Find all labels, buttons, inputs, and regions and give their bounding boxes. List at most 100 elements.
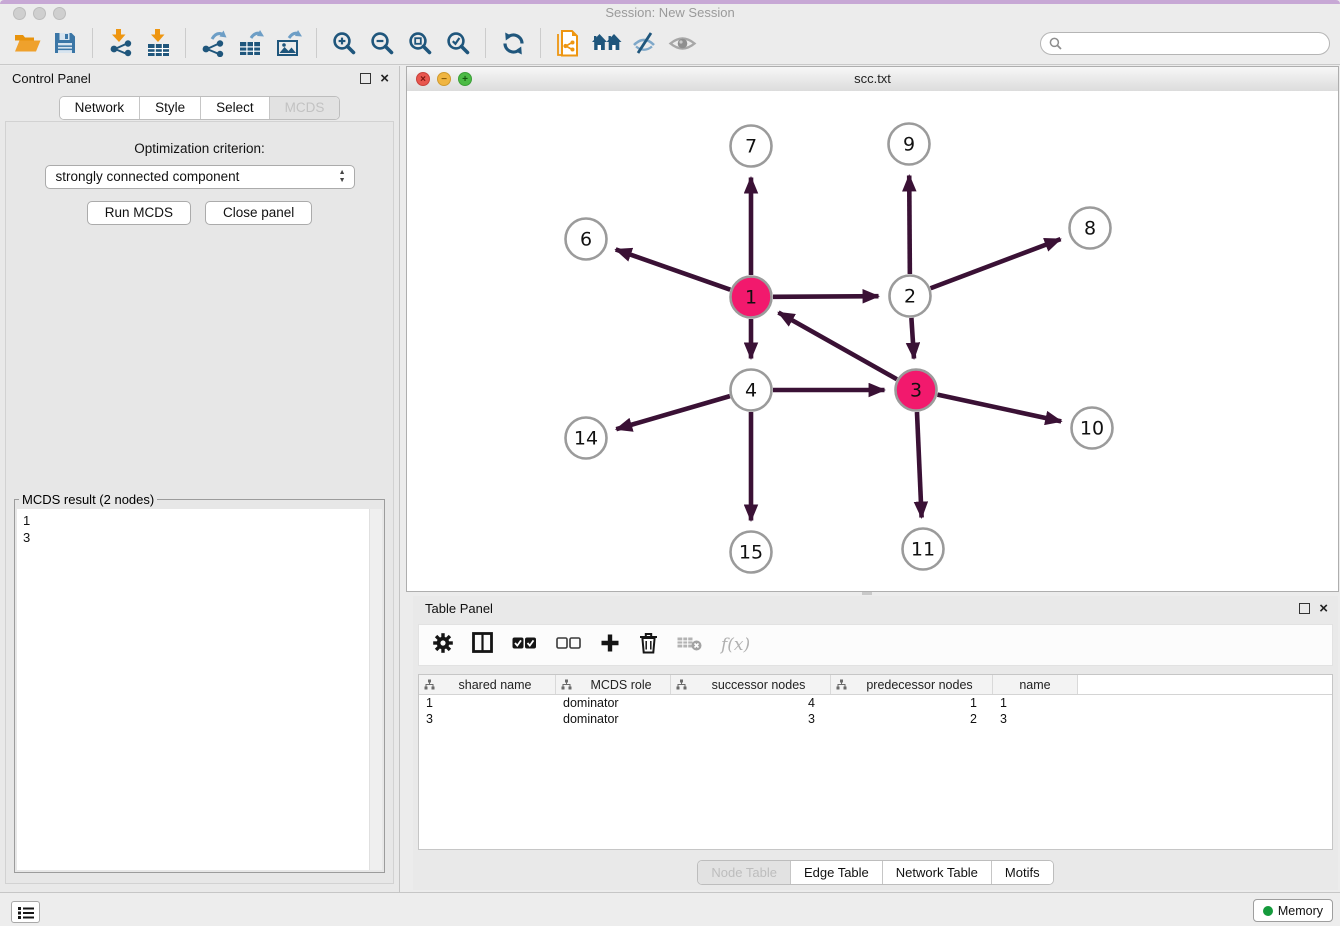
- result-scrollbar[interactable]: [369, 509, 382, 870]
- edge-3-11[interactable]: [917, 412, 922, 518]
- column-header-shared-name[interactable]: shared name: [419, 675, 556, 694]
- node-11[interactable]: 11: [903, 529, 944, 570]
- column-header-predecessor-nodes[interactable]: predecessor nodes: [831, 675, 993, 694]
- search-input[interactable]: [1067, 35, 1329, 51]
- column-header-name[interactable]: name: [993, 675, 1078, 694]
- export-network-button[interactable]: [194, 25, 232, 61]
- table-row[interactable]: 3dominator323: [419, 711, 1332, 727]
- toolbar-separator: [540, 28, 541, 58]
- node-6[interactable]: 6: [566, 219, 607, 260]
- table-row[interactable]: 1dominator411: [419, 695, 1332, 711]
- open-session-button[interactable]: [8, 25, 46, 61]
- node-10[interactable]: 10: [1072, 408, 1113, 449]
- tab-node-table[interactable]: Node Table: [698, 861, 791, 884]
- tab-network-table[interactable]: Network Table: [883, 861, 992, 884]
- delete-table-icon: [677, 635, 702, 651]
- deselect-all-columns-button[interactable]: [556, 636, 581, 655]
- criterion-selected-value: strongly connected component: [56, 169, 240, 184]
- node-2[interactable]: 2: [890, 276, 931, 317]
- network-file-icon: [556, 30, 580, 57]
- zoom-in-button[interactable]: [325, 25, 363, 61]
- export-image-button[interactable]: [270, 25, 308, 61]
- table-cell[interactable]: 1: [831, 695, 993, 711]
- table-cell[interactable]: 1: [419, 695, 556, 711]
- task-history-button[interactable]: [11, 901, 40, 923]
- apply-layout-button[interactable]: [494, 25, 532, 61]
- tab-mcds[interactable]: MCDS: [270, 97, 340, 119]
- add-column-button[interactable]: [600, 633, 620, 658]
- optimization-criterion-label: Optimization criterion:: [6, 141, 393, 156]
- close-panel-icon[interactable]: ×: [380, 72, 389, 85]
- edge-4-14[interactable]: [616, 396, 730, 429]
- zoom-out-button[interactable]: [363, 25, 401, 61]
- search-field[interactable]: [1040, 32, 1330, 55]
- import-network-button[interactable]: [101, 25, 139, 61]
- table-cell[interactable]: dominator: [556, 695, 671, 711]
- list-icon: [18, 906, 34, 919]
- zoom-selected-button[interactable]: [439, 25, 477, 61]
- node-9[interactable]: 9: [889, 124, 930, 165]
- network-minimize-icon[interactable]: −: [437, 72, 451, 86]
- node-4[interactable]: 4: [731, 370, 772, 411]
- network-window-titlebar[interactable]: × − + scc.txt: [407, 67, 1338, 92]
- tab-edge-table[interactable]: Edge Table: [791, 861, 883, 884]
- zoom-fit-button[interactable]: [401, 25, 439, 61]
- select-all-columns-button[interactable]: [512, 636, 537, 655]
- node-7[interactable]: 7: [731, 126, 772, 167]
- node-table[interactable]: shared nameMCDS rolesuccessor nodesprede…: [418, 674, 1333, 850]
- column-header-successor-nodes[interactable]: successor nodes: [671, 675, 831, 694]
- panel-splitter-handle[interactable]: [862, 592, 872, 595]
- table-cell[interactable]: 3: [419, 711, 556, 727]
- table-settings-button[interactable]: [433, 633, 453, 658]
- table-cell[interactable]: 4: [671, 695, 831, 711]
- gear-icon: [433, 633, 453, 653]
- import-table-button[interactable]: [139, 25, 177, 61]
- edge-2-3[interactable]: [911, 318, 914, 359]
- column-header-mcds-role[interactable]: MCDS role: [556, 675, 671, 694]
- table-cell[interactable]: 1: [993, 695, 1078, 711]
- save-session-button[interactable]: [46, 25, 84, 61]
- float-table-panel-icon[interactable]: [1299, 603, 1310, 614]
- network-canvas[interactable]: 7 9 6 8 1 2 4 3 14 10 15 11: [407, 91, 1338, 591]
- hide-selected-button[interactable]: [625, 25, 663, 61]
- show-home-button[interactable]: [587, 25, 625, 61]
- edge-2-9[interactable]: [909, 175, 910, 274]
- table-cell[interactable]: 3: [993, 711, 1078, 727]
- edge-1-6[interactable]: [616, 249, 731, 289]
- close-table-panel-icon[interactable]: ×: [1319, 602, 1328, 615]
- node-15[interactable]: 15: [731, 532, 772, 573]
- run-mcds-button[interactable]: Run MCDS: [87, 201, 191, 225]
- criterion-select[interactable]: strongly connected component ▲▼: [45, 165, 355, 189]
- node-1[interactable]: 1: [731, 277, 772, 318]
- tab-select[interactable]: Select: [201, 97, 270, 119]
- edge-2-8[interactable]: [931, 239, 1061, 288]
- split-column-button[interactable]: [472, 632, 493, 658]
- node-14[interactable]: 14: [566, 418, 607, 459]
- tab-network[interactable]: Network: [60, 97, 141, 119]
- edge-3-10[interactable]: [938, 395, 1062, 422]
- status-bar: Memory: [0, 892, 1340, 926]
- table-cell[interactable]: 2: [831, 711, 993, 727]
- node-3[interactable]: 3: [896, 370, 937, 411]
- close-panel-button[interactable]: Close panel: [205, 201, 312, 225]
- tab-motifs[interactable]: Motifs: [992, 861, 1053, 884]
- delete-column-button[interactable]: [639, 632, 658, 659]
- node-8[interactable]: 8: [1070, 208, 1111, 249]
- svg-text:14: 14: [574, 428, 598, 450]
- show-all-button[interactable]: [663, 25, 701, 61]
- new-network-from-file-button[interactable]: [549, 25, 587, 61]
- export-table-button[interactable]: [232, 25, 270, 61]
- table-cell[interactable]: 3: [671, 711, 831, 727]
- memory-button[interactable]: Memory: [1253, 899, 1333, 922]
- mcds-result-box[interactable]: 13: [17, 509, 382, 870]
- edge-3-1[interactable]: [778, 312, 896, 379]
- float-panel-icon[interactable]: [360, 73, 371, 84]
- table-panel-title: Table Panel: [425, 596, 493, 622]
- tab-style[interactable]: Style: [140, 97, 201, 119]
- zoom-fit-icon: [407, 30, 433, 56]
- network-close-icon[interactable]: ×: [416, 72, 430, 86]
- network-zoom-icon[interactable]: +: [458, 72, 472, 86]
- table-cell[interactable]: dominator: [556, 711, 671, 727]
- network-graph: 7 9 6 8 1 2 4 3 14 10 15 11: [407, 91, 1338, 591]
- edge-1-2[interactable]: [773, 296, 879, 297]
